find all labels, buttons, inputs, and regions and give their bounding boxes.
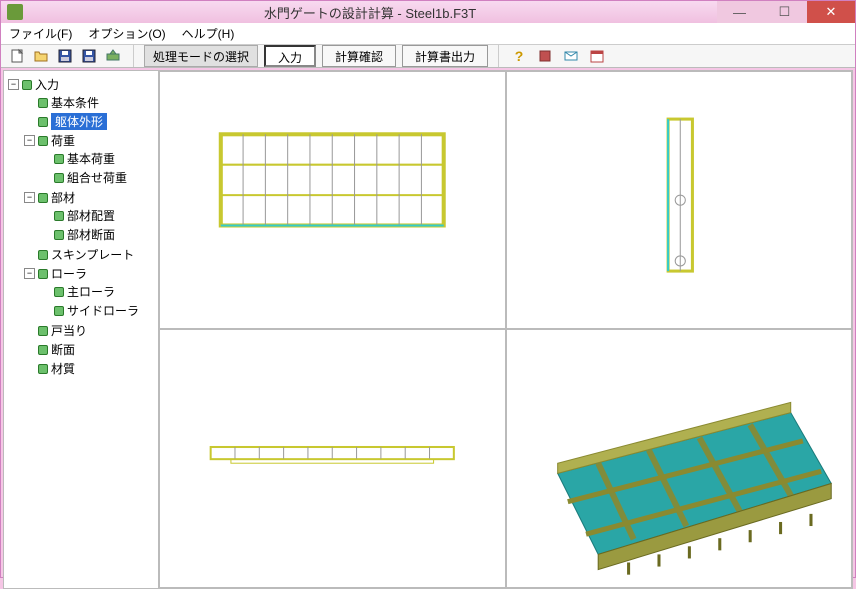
- tree-label: 主ローラ: [67, 283, 115, 300]
- node-icon: [38, 193, 48, 203]
- tree-label: 部材: [51, 189, 75, 206]
- tree-buzaidanmen[interactable]: 部材断面: [40, 226, 156, 243]
- node-icon: [38, 364, 48, 374]
- nav-tree: − 入力 基本条件 躯体外形 − 荷重 基本荷重 組合せ荷重: [6, 75, 156, 379]
- tree-danmen[interactable]: 断面: [24, 341, 156, 358]
- help-icon: ?: [515, 48, 524, 64]
- expand-icon[interactable]: −: [24, 135, 35, 146]
- node-icon: [54, 154, 64, 164]
- minimize-button[interactable]: —: [717, 1, 762, 23]
- tree-label: 基本条件: [51, 94, 99, 111]
- tree-label: 荷重: [51, 132, 75, 149]
- expand-icon[interactable]: −: [24, 268, 35, 279]
- node-icon: [54, 230, 64, 240]
- tree-label: 入力: [35, 76, 59, 93]
- mode-label: 処理モードの選択: [144, 45, 258, 67]
- tree-kajuu[interactable]: − 荷重: [24, 132, 156, 149]
- book-icon: [537, 48, 553, 64]
- tree-buzaihaichi[interactable]: 部材配置: [40, 207, 156, 224]
- expand-icon[interactable]: −: [24, 192, 35, 203]
- tree-pane: − 入力 基本条件 躯体外形 − 荷重 基本荷重 組合せ荷重: [4, 71, 159, 588]
- maximize-button[interactable]: ☐: [762, 1, 807, 23]
- node-icon: [54, 306, 64, 316]
- tree-kumiawasekajuu[interactable]: 組合せ荷重: [40, 169, 156, 186]
- tree-shuroller[interactable]: 主ローラ: [40, 283, 156, 300]
- node-icon: [38, 250, 48, 260]
- save-button[interactable]: [55, 46, 75, 66]
- tree-label: 部材断面: [67, 226, 115, 243]
- menubar: ファイル(F) オプション(O) ヘルプ(H): [1, 23, 855, 45]
- tree-kutaigaikei[interactable]: 躯体外形: [24, 113, 156, 130]
- open-button[interactable]: [31, 46, 51, 66]
- tree-buzai[interactable]: − 部材: [24, 189, 156, 206]
- tool1-button[interactable]: [535, 46, 555, 66]
- node-icon: [38, 117, 48, 127]
- save-as-icon: [81, 48, 97, 64]
- tree-kihonkajuu[interactable]: 基本荷重: [40, 150, 156, 167]
- node-icon: [22, 80, 32, 90]
- tree-label: 組合せ荷重: [67, 169, 127, 186]
- tool3-button[interactable]: [587, 46, 607, 66]
- viewport-plan[interactable]: [159, 329, 506, 587]
- close-button[interactable]: ✕: [807, 1, 855, 23]
- action-icon: [105, 48, 121, 64]
- envelope-icon: [563, 48, 579, 64]
- tree-label: サイドローラ: [67, 302, 139, 319]
- node-icon: [54, 173, 64, 183]
- tree-label-selected: 躯体外形: [51, 113, 107, 130]
- mode-output-button[interactable]: 計算書出力: [402, 45, 488, 67]
- tree-label: 基本荷重: [67, 150, 115, 167]
- node-icon: [38, 345, 48, 355]
- mode-confirm-button[interactable]: 計算確認: [322, 45, 396, 67]
- node-icon: [38, 136, 48, 146]
- tree-toatari[interactable]: 戸当り: [24, 322, 156, 339]
- action-button[interactable]: [103, 46, 123, 66]
- save-as-button[interactable]: [79, 46, 99, 66]
- menu-help[interactable]: ヘルプ(H): [178, 23, 239, 44]
- new-button[interactable]: [7, 46, 27, 66]
- tree-roller[interactable]: − ローラ: [24, 265, 156, 282]
- node-icon: [38, 269, 48, 279]
- tree-label: 戸当り: [51, 322, 87, 339]
- menu-file[interactable]: ファイル(F): [5, 23, 76, 44]
- app-window: 水門ゲートの設計計算 - Steel1b.F3T — ☐ ✕ ファイル(F) オ…: [0, 0, 856, 578]
- window-title: 水門ゲートの設計計算 - Steel1b.F3T: [23, 3, 717, 22]
- save-icon: [57, 48, 73, 64]
- help-button[interactable]: ?: [509, 46, 529, 66]
- node-icon: [54, 287, 64, 297]
- node-icon: [38, 98, 48, 108]
- tree-kihonjoken[interactable]: 基本条件: [24, 94, 156, 111]
- calendar-icon: [589, 48, 605, 64]
- titlebar: 水門ゲートの設計計算 - Steel1b.F3T — ☐ ✕: [1, 1, 855, 23]
- mode-input-button[interactable]: 入力: [264, 45, 316, 67]
- viewports: [159, 71, 852, 588]
- node-icon: [38, 326, 48, 336]
- node-icon: [54, 211, 64, 221]
- menu-option[interactable]: オプション(O): [84, 23, 169, 44]
- open-folder-icon: [33, 48, 49, 64]
- viewport-3d[interactable]: [506, 329, 853, 587]
- viewport-side[interactable]: [506, 71, 853, 329]
- viewport-front[interactable]: [159, 71, 506, 329]
- tree-zaishitsu[interactable]: 材質: [24, 360, 156, 377]
- tree-label: 部材配置: [67, 207, 115, 224]
- tree-skinplate[interactable]: スキンプレート: [24, 246, 156, 263]
- toolbar: 処理モードの選択 入力 計算確認 計算書出力 ?: [1, 45, 855, 68]
- expand-icon[interactable]: −: [8, 79, 19, 90]
- tree-label: 材質: [51, 360, 75, 377]
- new-file-icon: [9, 48, 25, 64]
- tree-label: 断面: [51, 341, 75, 358]
- tree-label: ローラ: [51, 265, 87, 282]
- tree-sideroller[interactable]: サイドローラ: [40, 302, 156, 319]
- content-area: − 入力 基本条件 躯体外形 − 荷重 基本荷重 組合せ荷重: [3, 70, 853, 589]
- tree-root-input[interactable]: − 入力: [8, 76, 156, 93]
- tool2-button[interactable]: [561, 46, 581, 66]
- tree-label: スキンプレート: [51, 246, 134, 263]
- app-icon: [7, 4, 23, 20]
